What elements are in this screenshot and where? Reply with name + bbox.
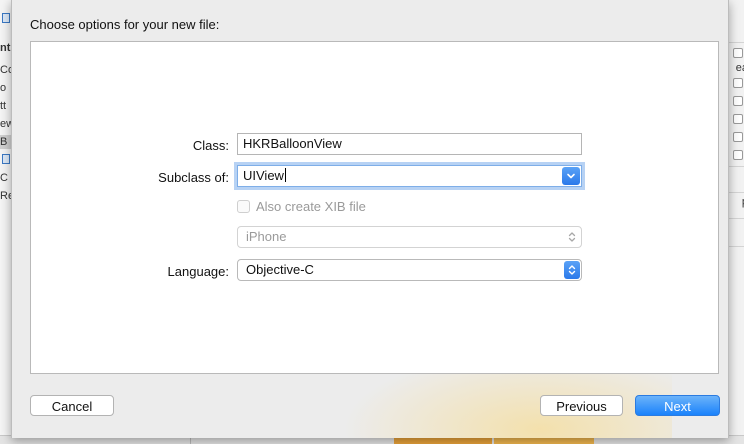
language-popup[interactable]: Objective-C bbox=[237, 259, 582, 281]
inspector-checkbox bbox=[733, 114, 743, 124]
file-icon bbox=[2, 154, 10, 164]
inspector-checkbox bbox=[733, 132, 743, 142]
subclass-dropdown-button[interactable] bbox=[562, 167, 580, 185]
options-panel: Class: HKRBalloonView Subclass of: UIVie… bbox=[30, 41, 719, 374]
inspector-checkbox bbox=[733, 78, 743, 88]
next-button[interactable]: Next bbox=[635, 395, 720, 416]
text-caret bbox=[284, 168, 286, 182]
inspector-checkbox bbox=[733, 48, 743, 58]
up-down-arrows-icon bbox=[566, 228, 578, 246]
subclass-combo-box[interactable]: UIView bbox=[237, 165, 582, 187]
language-popup-button[interactable] bbox=[564, 261, 580, 279]
class-name-field[interactable]: HKRBalloonView bbox=[237, 133, 582, 155]
navigator-fragment: nt bbox=[0, 42, 11, 54]
inspector-divider bbox=[729, 246, 744, 247]
subclass-value: UIView bbox=[243, 168, 284, 183]
inspector-checkbox bbox=[733, 150, 743, 160]
background-inspector-pane: ea p bbox=[728, 0, 744, 444]
navigator-fragment: o bbox=[0, 82, 7, 94]
inspector-divider bbox=[729, 218, 744, 219]
navigator-fragment: B bbox=[0, 136, 8, 148]
create-xib-checkbox bbox=[237, 200, 250, 213]
class-label: Class: bbox=[192, 138, 229, 153]
cancel-button[interactable]: Cancel bbox=[30, 395, 114, 416]
file-icon bbox=[2, 13, 10, 23]
inspector-divider bbox=[729, 166, 744, 167]
inspector-checkbox bbox=[733, 96, 743, 106]
subclass-label: Subclass of: bbox=[158, 170, 229, 185]
class-name-value: HKRBalloonView bbox=[243, 136, 342, 151]
inspector-fragment: ea bbox=[735, 62, 744, 74]
inspector-divider bbox=[729, 42, 744, 43]
device-family-value: iPhone bbox=[246, 229, 287, 244]
chevron-down-icon bbox=[567, 173, 575, 179]
create-xib-label: Also create XIB file bbox=[256, 199, 366, 214]
language-value: Objective-C bbox=[246, 262, 314, 277]
new-file-options-sheet: Choose options for your new file: Class:… bbox=[11, 0, 729, 438]
sheet-title: Choose options for your new file: bbox=[30, 17, 220, 32]
device-family-popup: iPhone bbox=[237, 226, 582, 248]
language-label: Language: bbox=[167, 264, 229, 279]
up-down-arrows-icon bbox=[568, 265, 576, 275]
navigator-fragment: C bbox=[0, 172, 8, 184]
inspector-divider bbox=[729, 192, 744, 193]
create-xib-option: Also create XIB file bbox=[237, 199, 366, 214]
previous-button[interactable]: Previous bbox=[540, 395, 623, 416]
navigator-fragment: tt bbox=[0, 100, 7, 112]
